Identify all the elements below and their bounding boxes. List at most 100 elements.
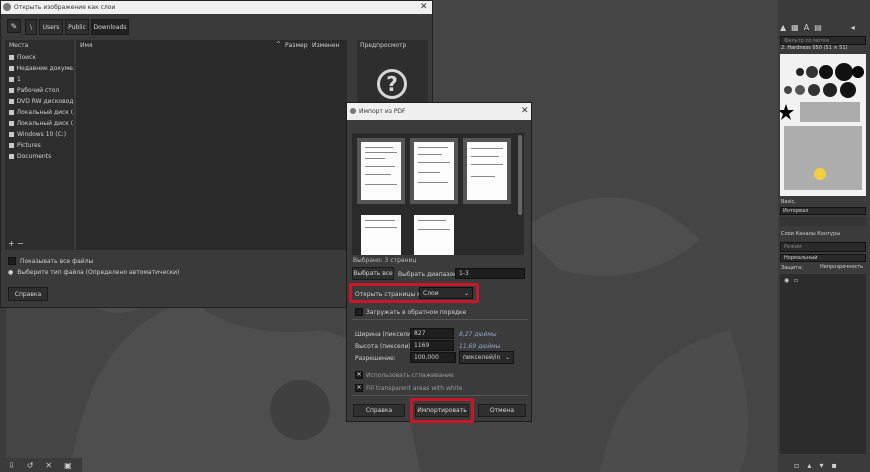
page-thumbnails[interactable]	[352, 133, 524, 255]
width-label: Ширина (пиксели):	[355, 331, 416, 338]
place-local-disk-1[interactable]: Локальный диск (...	[5, 107, 74, 118]
mode-select[interactable]: Режим	[780, 242, 866, 252]
document-icon[interactable]: ▤	[814, 23, 822, 32]
chain-icon[interactable]: ▫	[794, 277, 798, 284]
folder-icon	[9, 77, 14, 82]
select-range-label: Выбрать диапазон:	[398, 271, 460, 278]
mode-label: Режим	[784, 244, 802, 250]
place-dvd[interactable]: DVD RW дисковод...	[5, 96, 74, 107]
close-icon[interactable]: ✕	[420, 2, 428, 12]
delete-icon[interactable]: ✕	[45, 461, 52, 470]
save-icon[interactable]: ⇩	[8, 461, 15, 470]
toolbox-bottom: ⇩ ↺ ✕ ▣	[0, 458, 82, 472]
import-button[interactable]: Импортировать	[415, 404, 469, 417]
gimp-icon	[350, 108, 356, 114]
path-button-root[interactable]: \	[25, 19, 37, 35]
place-local-disk-2[interactable]: Локальный диск (...	[5, 118, 74, 129]
path-button-public[interactable]: Public	[65, 19, 89, 35]
lower-layer-icon[interactable]: ▾	[819, 461, 823, 470]
pdf-dialog-title: Импорт из PDF	[359, 108, 406, 115]
modified-column-header[interactable]: Изменен	[312, 42, 339, 49]
height-label: Высота (пиксели):	[355, 343, 413, 350]
page-thumbnail-2[interactable]	[410, 138, 458, 204]
brush-name: 2. Hardness 050 (51 × 51)	[781, 45, 848, 51]
close-icon[interactable]: ✕	[521, 106, 529, 116]
page-thumbnail-4[interactable]	[357, 211, 405, 255]
select-range-input[interactable]: 1-3	[455, 268, 525, 279]
new-layer-icon[interactable]: ▫	[794, 461, 799, 470]
pattern-icon[interactable]: ▦	[791, 23, 799, 32]
show-all-files-row[interactable]: Показывать все файлы	[8, 257, 93, 265]
search-icon	[9, 55, 14, 60]
file-type-expander-icon[interactable]: ●	[8, 269, 13, 276]
help-question-icon: ?	[377, 69, 407, 99]
brush-icon[interactable]: ▲	[780, 23, 786, 32]
file-dialog-title: Открыть изображение как слои	[14, 4, 116, 11]
show-all-files-checkbox[interactable]	[8, 257, 16, 265]
open-pages-value: Слои	[423, 289, 439, 297]
file-type-row[interactable]: ● Выберите тип файла (Определено автомат…	[8, 269, 179, 276]
height-input[interactable]: 1169	[410, 340, 454, 351]
place-search[interactable]: Поиск	[5, 52, 74, 63]
path-button-downloads[interactable]: Downloads	[91, 19, 129, 35]
fill-white-row[interactable]: ✕ Fill transparent areas with white	[355, 384, 462, 392]
antialias-checkbox[interactable]: ✕	[355, 371, 363, 379]
size-separator	[352, 319, 528, 320]
drive-icon	[9, 132, 14, 137]
antialias-row[interactable]: ✕ Использовать сглаживание	[355, 371, 454, 379]
cancel-button[interactable]: Отмена	[478, 404, 526, 417]
font-icon[interactable]: A	[804, 23, 809, 32]
size-column-header[interactable]: Размер	[285, 42, 308, 49]
type-location-icon[interactable]: ✎	[7, 19, 21, 33]
path-button-users[interactable]: Users	[39, 19, 63, 35]
right-dock: ▲ ▦ A ▤ ◂ Фильтр по метке 2. Hardness 05…	[778, 0, 870, 472]
reverse-order-checkbox[interactable]	[355, 308, 363, 316]
resolution-unit-value: пикселей/in	[463, 354, 501, 361]
place-recent[interactable]: Недавние докуме...	[5, 63, 74, 74]
undo-icon[interactable]: ↺	[27, 461, 34, 470]
folder-icon	[9, 88, 14, 93]
page-thumbnail-1[interactable]	[357, 138, 405, 204]
width-input[interactable]: 827	[410, 328, 454, 339]
pdf-help-button[interactable]: Справка	[353, 404, 405, 417]
recent-icon	[9, 66, 14, 71]
fill-white-checkbox[interactable]: ✕	[355, 384, 363, 392]
place-pictures[interactable]: Pictures	[5, 140, 74, 151]
gimp-icon	[3, 3, 11, 11]
brush-grid[interactable]	[780, 54, 866, 196]
mode-value-field[interactable]: Нормальный	[780, 254, 866, 262]
layers-tabs[interactable]: Слои Каналы Контуры	[781, 231, 840, 237]
spacing-slider[interactable]: Интервал	[780, 207, 866, 215]
reset-icon[interactable]: ▣	[64, 461, 72, 470]
fill-white-label: Fill transparent areas with white	[366, 384, 463, 392]
select-all-button[interactable]: Выбрать все	[352, 267, 394, 280]
page-thumbnail-3[interactable]	[463, 138, 511, 204]
name-column-header[interactable]: Имя	[80, 42, 93, 49]
place-desktop[interactable]: Рабочий стол	[5, 85, 74, 96]
preview-header: Предпросмотр	[360, 42, 407, 49]
place-home[interactable]: 1	[5, 74, 74, 85]
layers-list[interactable]: ◉ ▫	[780, 274, 866, 454]
reverse-order-row[interactable]: Загружать в обратном порядке	[355, 308, 466, 316]
width-inches: 8,27 дюймы	[459, 331, 497, 338]
thumbnails-scrollbar[interactable]	[518, 135, 522, 215]
delete-layer-icon[interactable]: ▪	[831, 461, 836, 470]
remove-bookmark-icon[interactable]: −	[17, 240, 24, 248]
tag-filter-input[interactable]: Фильтр по метке	[780, 36, 866, 45]
file-type-label: Выберите тип файла (Определено автоматич…	[17, 269, 180, 276]
open-pages-select[interactable]: Слои ⌄	[419, 287, 473, 299]
add-bookmark-icon[interactable]: +	[8, 240, 15, 248]
resolution-unit-select[interactable]: пикселей/in ⌄	[459, 351, 514, 364]
raise-layer-icon[interactable]: ▴	[807, 461, 811, 470]
page-thumbnail-5[interactable]	[410, 211, 458, 255]
resolution-input[interactable]: 100,000	[410, 352, 456, 363]
file-dialog-help-button[interactable]: Справка	[8, 287, 48, 301]
selected-count: Выбрано: 3 страниц	[353, 257, 417, 264]
brush-thumbnails	[780, 63, 864, 190]
place-documents[interactable]: Documents	[5, 151, 74, 162]
pdf-import-dialog: Импорт из PDF ✕ Выбрано: 3 страниц Выбра…	[346, 102, 532, 423]
place-windows[interactable]: Windows 10 (C:)	[5, 129, 74, 140]
close-icon[interactable]: ◂	[851, 23, 855, 32]
file-list[interactable]: Имя ^ Размер Изменен	[76, 40, 347, 250]
visibility-icon[interactable]: ◉	[784, 277, 789, 284]
